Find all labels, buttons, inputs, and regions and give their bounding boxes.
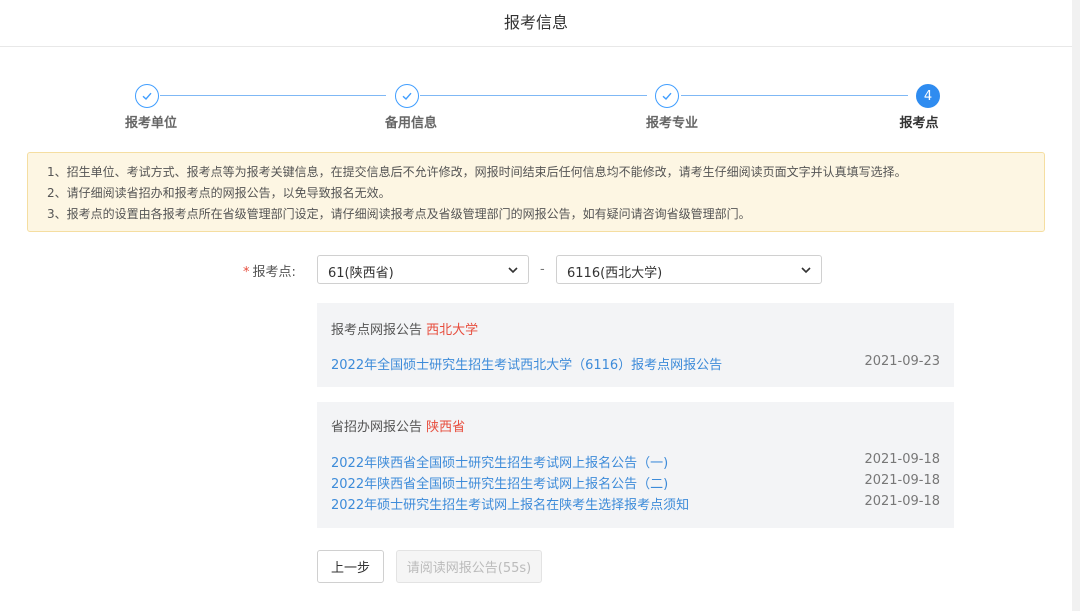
chevron-down-icon	[801, 267, 811, 274]
step-3-check-icon	[655, 84, 679, 108]
site-announcement-link[interactable]: 2022年全国硕士研究生招生考试西北大学（6116）报考点网报公告	[331, 354, 722, 373]
step-4-number: 4	[916, 84, 940, 108]
notice-line-1: 1、招生单位、考试方式、报考点等为报考关键信息，在提交信息后不允许修改，网报时间…	[47, 165, 907, 179]
step-1-check-icon	[135, 84, 159, 108]
site-select[interactable]: 6116(西北大学)	[556, 255, 822, 284]
step-connector	[681, 95, 908, 96]
step-2-label: 备用信息	[384, 116, 437, 131]
progress-steps: 4 报考单位 备用信息 报考专业 报考点	[0, 84, 1080, 134]
page-header: 报考信息	[0, 0, 1072, 47]
site-panel-title: 报考点网报公告 西北大学	[331, 319, 478, 338]
province-select-value: 61(陕西省)	[328, 266, 394, 281]
step-1-label: 报考单位	[124, 116, 177, 131]
site-announcement-panel: 报考点网报公告 西北大学 2022年全国硕士研究生招生考试西北大学（6116）报…	[317, 303, 954, 387]
province-announcement-link-1[interactable]: 2022年陕西省全国硕士研究生招生考试网上报名公告（一)	[331, 452, 668, 471]
step-3-label: 报考专业	[645, 116, 698, 131]
province-panel-title: 省招办网报公告 陕西省	[331, 416, 465, 435]
select-separator: -	[540, 262, 545, 277]
notice-line-3: 3、报考点的设置由各报考点所在省级管理部门设定，请仔细阅读报考点及省级管理部门的…	[47, 207, 751, 221]
step-2-check-icon	[395, 84, 419, 108]
chevron-down-icon	[508, 267, 518, 274]
step-4-label: 报考点	[899, 116, 939, 131]
exam-site-label-text: 报考点:	[252, 265, 296, 280]
province-select[interactable]: 61(陕西省)	[317, 255, 529, 284]
page-title: 报考信息	[503, 13, 568, 32]
province-announcement-link-3[interactable]: 2022年硕士研究生招生考试网上报名在陕考生选择报考点须知	[331, 494, 689, 513]
province-announcement-date-2: 2021-09-18	[864, 473, 940, 488]
province-announcement-date-3: 2021-09-18	[864, 494, 940, 509]
exam-site-row: * 报考点: 61(陕西省) - 6116(西北大学)	[0, 255, 1080, 285]
site-panel-highlight: 西北大学	[426, 323, 479, 338]
step-connector	[420, 95, 647, 96]
site-select-value: 6116(西北大学)	[567, 266, 663, 281]
required-mark: *	[243, 265, 250, 280]
site-panel-title-text: 报考点网报公告	[331, 323, 423, 338]
province-announcement-date-1: 2021-09-18	[864, 452, 940, 467]
province-announcement-link-2[interactable]: 2022年陕西省全国硕士研究生招生考试网上报名公告（二)	[331, 473, 668, 492]
prev-step-button[interactable]: 上一步	[317, 550, 384, 583]
read-announcement-button[interactable]: 请阅读网报公告(55s)	[396, 550, 542, 583]
province-panel-highlight: 陕西省	[426, 420, 466, 435]
site-announcement-date: 2021-09-23	[864, 354, 940, 369]
notice-box: 1、招生单位、考试方式、报考点等为报考关键信息，在提交信息后不允许修改，网报时间…	[27, 152, 1045, 232]
exam-site-label: * 报考点:	[243, 261, 296, 280]
province-panel-title-text: 省招办网报公告	[331, 420, 423, 435]
notice-line-2: 2、请仔细阅读省招办和报考点的网报公告，以免导致报名无效。	[47, 186, 391, 200]
province-announcement-panel: 省招办网报公告 陕西省 2022年陕西省全国硕士研究生招生考试网上报名公告（一)…	[317, 402, 954, 528]
step-connector	[160, 95, 386, 96]
